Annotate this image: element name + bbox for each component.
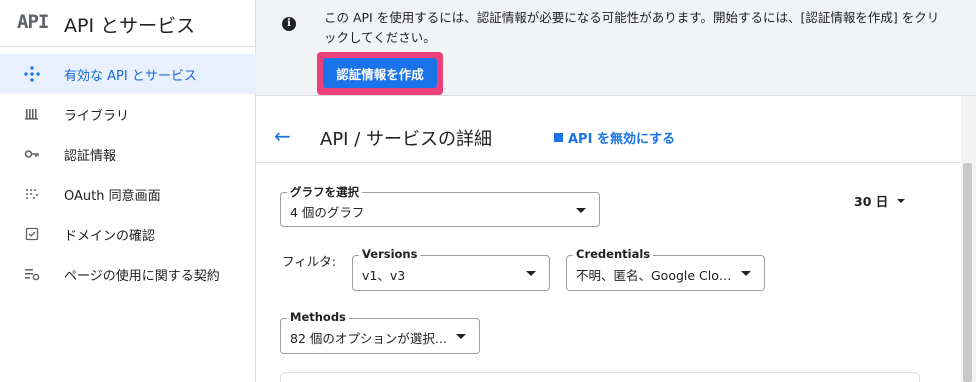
scrollbar[interactable] [961, 163, 976, 382]
versions-filter[interactable]: Versions v1、v3 [352, 247, 550, 291]
methods-filter[interactable]: Methods 82 個のオプションが選択... [280, 310, 480, 354]
credentials-banner: i この API を使用するには、認証情報が必要になる可能性があります。開始する… [256, 0, 976, 96]
banner-message: この API を使用するには、認証情報が必要になる可能性があります。開始するには… [324, 10, 940, 45]
sidebar-item-label: ドメインの確認 [64, 228, 156, 244]
dropdown-caret-icon [576, 208, 586, 213]
credentials-filter-label: Credentials [573, 247, 654, 261]
create-credentials-button[interactable]: 認証情報を作成 [323, 58, 437, 88]
filter-label: フィルタ: [282, 254, 336, 269]
back-arrow-icon[interactable]: ← [274, 126, 291, 146]
sidebar-item-page-usage-agreements[interactable]: ページの使用に関する契約 [0, 254, 256, 294]
consent-icon [24, 186, 40, 202]
settings-list-icon [24, 266, 40, 282]
sidebar-item-label: ページの使用に関する契約 [64, 268, 220, 284]
checkbox-icon [24, 226, 40, 242]
sidebar-item-label: 有効な API とサービス [64, 68, 197, 84]
sidebar: API API とサービス 有効な API とサービス ライブラリ 認証情報 O… [0, 0, 256, 382]
scrollbar-thumb[interactable] [963, 163, 972, 382]
versions-filter-value: v1、v3 [362, 268, 406, 283]
highlight-frame: 認証情報を作成 [317, 52, 443, 95]
sidebar-item-label: OAuth 同意画面 [64, 188, 161, 204]
credentials-filter-value: 不明、匿名、Google Clou... [576, 268, 734, 283]
credentials-filter[interactable]: Credentials 不明、匿名、Google Clou... [566, 247, 765, 291]
sidebar-item-domain-verification[interactable]: ドメインの確認 [0, 214, 256, 254]
graph-select-value: 4 個のグラフ [290, 205, 365, 220]
details-content: ← API / サービスの詳細 API を無効にする グラフを選択 4 個のグラ… [256, 96, 961, 382]
dropdown-caret-icon [456, 334, 466, 339]
page-title: API / サービスの詳細 [320, 129, 492, 150]
time-range-select[interactable]: 30 日 [854, 191, 906, 210]
info-icon: i [282, 17, 296, 31]
library-icon [24, 106, 40, 122]
disable-api-button[interactable]: API を無効にする [554, 128, 675, 147]
key-icon [24, 146, 40, 162]
dropdown-caret-icon [897, 198, 906, 203]
api-diamond-icon [24, 66, 40, 82]
sidebar-nav: 有効な API とサービス ライブラリ 認証情報 OAuth 同意画面 ドメイン… [0, 54, 256, 294]
stop-square-icon [554, 133, 563, 142]
graph-select[interactable]: グラフを選択 4 個のグラフ [280, 184, 600, 227]
chart-card [280, 372, 920, 382]
main-panel: i この API を使用するには、認証情報が必要になる可能性があります。開始する… [256, 0, 976, 382]
methods-filter-label: Methods [287, 310, 349, 324]
versions-filter-label: Versions [359, 247, 421, 261]
dropdown-caret-icon [526, 271, 536, 276]
sidebar-item-label: ライブラリ [64, 108, 130, 124]
api-logo: API [17, 11, 49, 33]
brand-header: API API とサービス [0, 0, 256, 47]
sidebar-item-oauth-consent[interactable]: OAuth 同意画面 [0, 174, 256, 214]
details-header: ← API / サービスの詳細 API を無効にする [256, 96, 961, 163]
dropdown-caret-icon [741, 271, 751, 276]
sidebar-item-credentials[interactable]: 認証情報 [0, 134, 256, 174]
sidebar-item-library[interactable]: ライブラリ [0, 94, 256, 134]
time-range-value: 30 日 [854, 194, 889, 209]
disable-api-label: API を無効にする [568, 132, 676, 147]
sidebar-item-enabled-apis[interactable]: 有効な API とサービス [0, 54, 256, 94]
graph-select-label: グラフを選択 [287, 184, 362, 200]
app-title: API とサービス [64, 15, 196, 37]
sidebar-item-label: 認証情報 [64, 148, 117, 164]
methods-filter-value: 82 個のオプションが選択... [290, 331, 447, 346]
